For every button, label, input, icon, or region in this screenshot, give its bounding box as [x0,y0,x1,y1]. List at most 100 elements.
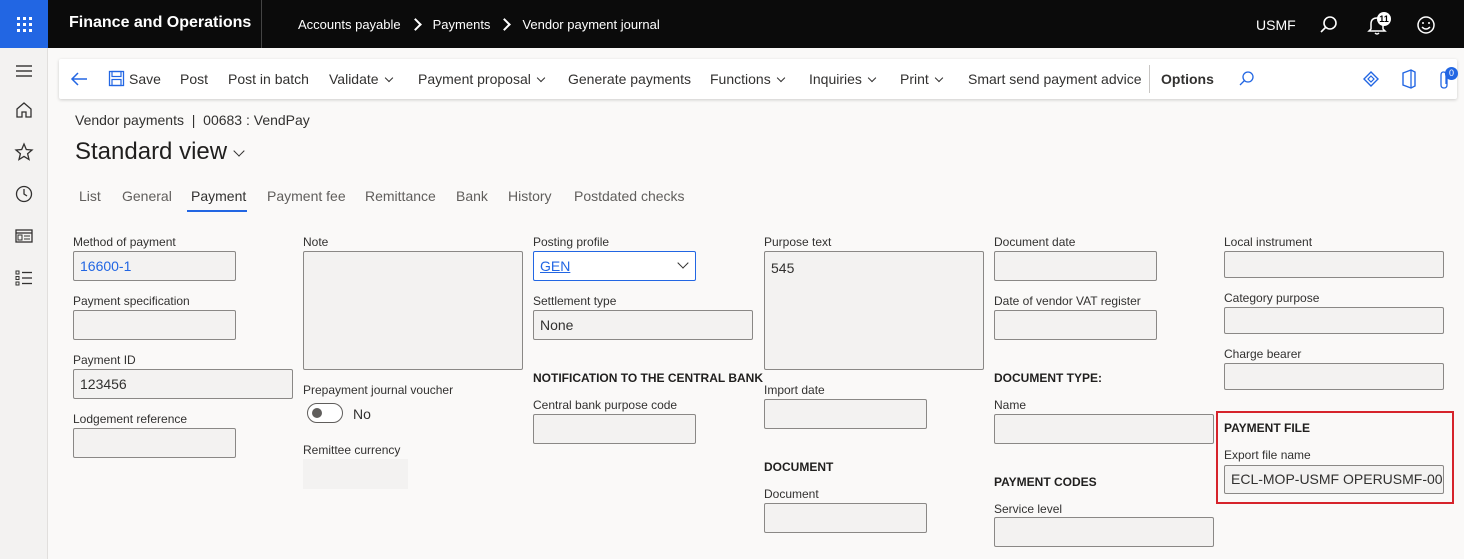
hamburger-menu-icon[interactable] [13,60,35,82]
search-icon[interactable] [1318,14,1340,36]
settlement-type-label: Settlement type [533,294,617,308]
save-button[interactable]: Save [129,71,161,87]
tab-payment[interactable]: Payment [191,188,246,204]
settlement-type-field[interactable]: None [533,310,753,340]
central-bank-section-heading: NOTIFICATION TO THE CENTRAL BANK [533,371,763,385]
print-menu[interactable]: Print [900,71,944,87]
payment-codes-section-heading: PAYMENT CODES [994,475,1097,489]
clock-icon[interactable] [13,183,35,205]
method-of-payment-label: Method of payment [73,235,176,249]
document-date-label: Document date [994,235,1076,249]
lodgement-reference-label: Lodgement reference [73,412,188,426]
chevron-down-icon[interactable] [233,145,245,157]
functions-label: Functions [710,71,771,87]
posting-profile-select[interactable]: GEN [533,251,696,281]
chevron-down-icon [934,73,944,83]
tab-payment-fee[interactable]: Payment fee [267,188,346,204]
lodgement-reference-field[interactable] [73,428,236,458]
payment-specification-field[interactable] [73,310,236,340]
tab-postdated-checks[interactable]: Postdated checks [574,188,685,204]
tab-remittance[interactable]: Remittance [365,188,436,204]
view-selector[interactable]: Standard view [75,138,227,166]
service-level-field[interactable] [994,517,1214,547]
charge-bearer-label: Charge bearer [1224,347,1302,361]
office-icon[interactable] [1400,69,1418,89]
payment-proposal-menu[interactable]: Payment proposal [418,71,546,87]
payment-proposal-label: Payment proposal [418,71,531,87]
topbar-divider [261,0,262,48]
central-bank-purpose-code-label: Central bank purpose code [533,398,678,412]
payment-specification-label: Payment specification [73,294,190,308]
tab-history[interactable]: History [508,188,552,204]
prepayment-toggle-state: No [353,406,371,422]
save-disk-icon [108,70,125,87]
chevron-down-icon [867,73,877,83]
import-date-field[interactable] [764,399,927,429]
waffle-icon [16,16,32,32]
app-launcher-button[interactable] [0,0,48,48]
functions-menu[interactable]: Functions [710,71,785,87]
post-button[interactable]: Post [180,71,208,87]
feedback-smiley-icon[interactable] [1415,14,1437,36]
print-label: Print [900,71,929,87]
payment-id-field[interactable]: 123456 [73,369,293,399]
post-in-batch-button[interactable]: Post in batch [228,71,309,87]
method-of-payment-field[interactable]: 16600-1 [73,251,236,281]
remittee-currency-field[interactable] [303,459,408,489]
charge-bearer-field[interactable] [1224,363,1444,390]
star-icon[interactable] [13,141,35,163]
name-field[interactable] [994,414,1214,444]
breadcrumb: Accounts payable Payments Vendor payment… [298,17,660,32]
chevron-right-icon [498,18,512,31]
tab-bank[interactable]: Bank [456,188,488,204]
vendor-vat-register-date-label: Date of vendor VAT register [994,294,1141,308]
note-textarea[interactable] [303,251,523,370]
chevron-down-icon [677,257,689,269]
action-pane: Save Post Post in batch Validate Payment… [59,59,1458,99]
local-instrument-field[interactable] [1224,251,1444,278]
validate-menu[interactable]: Validate [329,71,393,87]
chevron-down-icon [776,73,785,83]
tab-general[interactable]: General [122,188,172,204]
name-label: Name [994,398,1027,412]
home-icon[interactable] [13,99,35,121]
left-navigation [0,48,48,559]
category-purpose-field[interactable] [1224,307,1444,334]
breadcrumb-accounts-payable[interactable]: Accounts payable [298,17,401,32]
payment-file-highlight-box [1216,411,1454,504]
note-label: Note [303,235,329,249]
notification-count-badge: 11 [1377,12,1391,26]
document-field[interactable] [764,503,927,533]
breadcrumb-vendor-payment-journal[interactable]: Vendor payment journal [522,17,659,32]
validate-label: Validate [329,71,379,87]
central-bank-purpose-code-field[interactable] [533,414,696,444]
document-section-heading: DOCUMENT [764,460,834,474]
chevron-right-icon [408,18,422,31]
remittee-currency-label: Remittee currency [303,443,401,457]
prepayment-journal-voucher-toggle[interactable] [307,403,343,423]
workspace-icon[interactable] [13,225,35,247]
document-date-field[interactable] [994,251,1157,281]
power-apps-icon[interactable] [1362,70,1380,88]
generate-payments-button[interactable]: Generate payments [568,71,691,87]
options-tab[interactable]: Options [1161,71,1214,87]
app-title[interactable]: Finance and Operations [69,14,251,32]
action-pane-divider [1149,65,1150,93]
inquiries-menu[interactable]: Inquiries [809,71,877,87]
vendor-vat-register-date-field[interactable] [994,310,1157,340]
breadcrumb-payments[interactable]: Payments [433,17,491,32]
back-arrow-icon[interactable] [69,69,89,89]
smart-send-payment-advice-button[interactable]: Smart send payment advice [968,71,1142,87]
company-picker[interactable]: USMF [1256,17,1296,33]
chevron-down-icon [536,73,546,83]
document-label: Document [764,487,819,501]
local-instrument-label: Local instrument [1224,235,1313,249]
purpose-text-textarea[interactable]: 545 [764,251,984,370]
posting-profile-label: Posting profile [533,235,610,249]
active-tab-indicator [187,210,247,212]
modules-list-icon[interactable] [13,267,35,289]
attachment-count-badge: 0 [1445,67,1458,80]
search-icon[interactable] [1238,70,1255,87]
tab-list[interactable]: List [79,188,101,204]
prepayment-journal-voucher-label: Prepayment journal voucher [303,383,454,397]
